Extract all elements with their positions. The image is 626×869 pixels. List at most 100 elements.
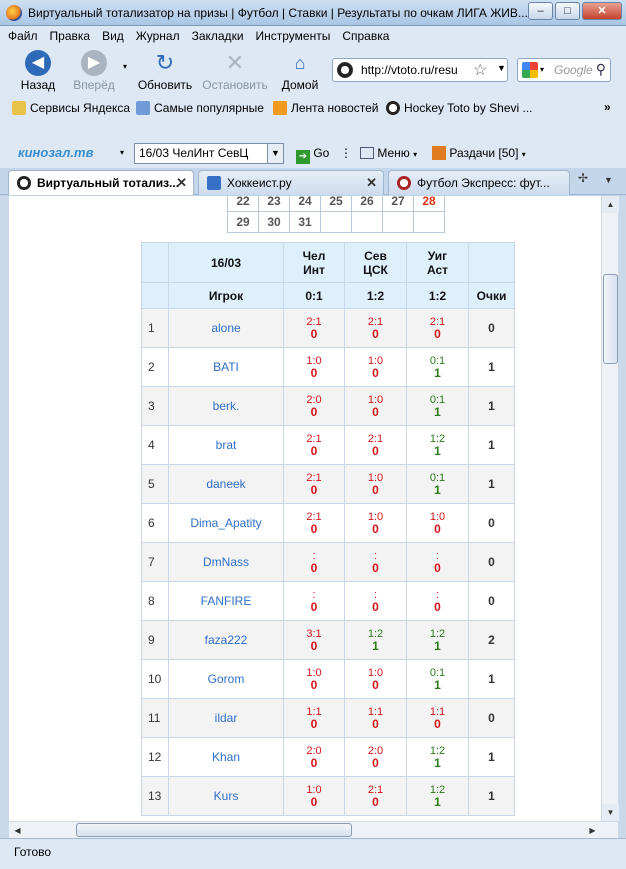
tab-vtoto[interactable]: Виртуальный тотализ... ✕	[8, 170, 194, 195]
menu-file[interactable]: Файл	[8, 26, 38, 46]
row-number: 5	[141, 464, 169, 504]
calendar-day[interactable]: 30	[258, 211, 290, 233]
player-link[interactable]: FANFIRE	[168, 581, 284, 621]
rss-icon	[273, 101, 287, 115]
menu-bookmarks[interactable]: Закладки	[192, 26, 244, 46]
url-text[interactable]: http://vtoto.ru/resu	[361, 63, 458, 77]
menu-view[interactable]: Вид	[102, 26, 124, 46]
search-icon[interactable]: ⚲	[596, 61, 606, 78]
predicted-score: 1:0	[306, 783, 322, 796]
prediction-cell: 1:0 0	[344, 659, 407, 699]
engine-dropdown-icon[interactable]: ▾	[540, 65, 544, 74]
predicted-score: :	[435, 588, 440, 601]
forward-button[interactable]: ▶ Вперёд	[70, 50, 118, 92]
search-placeholder[interactable]: Google	[554, 63, 593, 77]
scroll-up-icon[interactable]: ▲	[602, 196, 619, 213]
player-link[interactable]: daneek	[168, 464, 284, 504]
close-window-button[interactable]: ✕	[582, 2, 622, 20]
player-link[interactable]: alone	[168, 308, 284, 348]
prediction-cell: 0:1 1	[406, 659, 469, 699]
prediction-points: 0	[310, 638, 318, 653]
football-icon	[397, 176, 411, 190]
player-link[interactable]: Kurs	[168, 776, 284, 816]
prediction-points: 0	[310, 755, 318, 770]
tab-football-express[interactable]: Футбол Экспресс: фут...	[388, 170, 570, 195]
bookmark-star-icon[interactable]: ☆	[473, 60, 487, 80]
menu-help[interactable]: Справка	[342, 26, 389, 46]
scroll-right-icon[interactable]: ▶	[584, 822, 601, 839]
horizontal-scrollbar[interactable]: ◀ ▶	[9, 821, 618, 838]
player-link[interactable]: Gorom	[168, 659, 284, 699]
logo-dropdown-icon[interactable]: ▾	[120, 148, 124, 157]
menu-tools[interactable]: Инструменты	[256, 26, 331, 46]
home-button[interactable]: ⌂ Домой	[278, 50, 322, 92]
kinozal-logo[interactable]: кинозал.тв	[18, 145, 93, 160]
folder-icon	[12, 101, 26, 115]
match-select[interactable]: 16/03 ЧелИнт СевЦ ▼	[134, 143, 284, 164]
prediction-points: 0	[310, 482, 318, 497]
row-number: 4	[141, 425, 169, 465]
prediction-cell: 1:2 1	[406, 737, 469, 777]
player-link[interactable]: ildar	[168, 698, 284, 738]
back-button[interactable]: ◀ Назад	[18, 50, 58, 92]
go-button[interactable]: ➔ Go	[296, 146, 329, 164]
horizontal-scroll-thumb[interactable]	[76, 823, 352, 837]
player-link[interactable]: DmNass	[168, 542, 284, 582]
predicted-score: 3:1	[306, 627, 322, 640]
calendar-week: 29 30 31	[227, 211, 445, 233]
search-box[interactable]: ▾ Google ⚲	[517, 58, 611, 82]
calendar-day[interactable]: 24	[289, 196, 321, 212]
tab-scroll-icon[interactable]: ✢	[578, 171, 588, 185]
calendar-day[interactable]: 25	[320, 196, 352, 212]
address-bar[interactable]: http://vtoto.ru/resu ☆ ▼	[332, 58, 508, 82]
row-number: 9	[141, 620, 169, 660]
google-icon[interactable]	[522, 62, 538, 78]
menu-history[interactable]: Журнал	[136, 26, 180, 46]
bookmark-hockey-toto[interactable]: Hockey Toto by Shevi ...	[386, 101, 533, 115]
chevron-down-icon[interactable]: ▼	[267, 144, 283, 163]
minimize-button[interactable]: –	[528, 2, 553, 20]
player-link[interactable]: BATI	[168, 347, 284, 387]
tab-list-icon[interactable]: ▼	[604, 175, 613, 185]
calendar-day[interactable]: 27	[382, 196, 414, 212]
calendar-day[interactable]: 26	[351, 196, 383, 212]
history-dropdown-icon[interactable]: ▾	[120, 62, 130, 71]
menu-edit[interactable]: Правка	[50, 26, 91, 46]
prediction-points: 0	[372, 755, 379, 770]
prediction-cell: 1:0 0	[283, 776, 345, 816]
calendar-day[interactable]: 22	[227, 196, 259, 212]
player-link[interactable]: faza222	[168, 620, 284, 660]
player-link[interactable]: berk.	[168, 386, 284, 426]
calendar-day[interactable]: 31	[289, 211, 321, 233]
scroll-left-icon[interactable]: ◀	[9, 822, 26, 839]
close-tab-icon[interactable]: ✕	[366, 175, 377, 191]
vertical-scroll-thumb[interactable]	[603, 274, 618, 364]
bookmark-popular[interactable]: Самые популярные	[136, 101, 264, 115]
calendar-day[interactable]: 29	[227, 211, 259, 233]
stop-label: Остановить	[202, 78, 268, 92]
player-link[interactable]: Dima_Apatity	[168, 503, 284, 543]
prediction-cell: 2:0 0	[344, 737, 407, 777]
scroll-down-icon[interactable]: ▼	[602, 804, 619, 821]
soccer-ball-icon	[386, 101, 400, 115]
calendar-day[interactable]: 23	[258, 196, 290, 212]
tab-strip: Виртуальный тотализ... ✕ Хоккеист.ру ✕ Ф…	[0, 168, 626, 195]
bookmark-news[interactable]: Лента новостей	[273, 101, 379, 115]
player-link[interactable]: Khan	[168, 737, 284, 777]
downloads-button[interactable]: Раздачи [50] ▾	[432, 146, 526, 160]
match-header: Уиг Аст	[406, 242, 469, 283]
predicted-score: 1:1	[429, 705, 446, 718]
stop-button[interactable]: ✕ Остановить	[200, 50, 270, 92]
close-tab-icon[interactable]: ✕	[176, 175, 187, 191]
reload-button[interactable]: ↻ Обновить	[135, 50, 195, 92]
bookmark-yandex[interactable]: Сервисы Яндекса	[12, 101, 130, 115]
prediction-cell: :0	[283, 542, 345, 582]
menu-button[interactable]: Меню ▾	[360, 146, 417, 160]
url-dropdown-icon[interactable]: ▼	[497, 63, 506, 73]
player-link[interactable]: brat	[168, 425, 284, 465]
bookmarks-overflow-icon[interactable]: »	[604, 100, 611, 114]
maximize-button[interactable]: □	[555, 2, 580, 20]
tab-hockeyist[interactable]: Хоккеист.ру ✕	[198, 170, 384, 195]
vertical-scrollbar[interactable]: ▲ ▼	[601, 196, 619, 821]
calendar-day[interactable]: 28	[413, 196, 445, 212]
